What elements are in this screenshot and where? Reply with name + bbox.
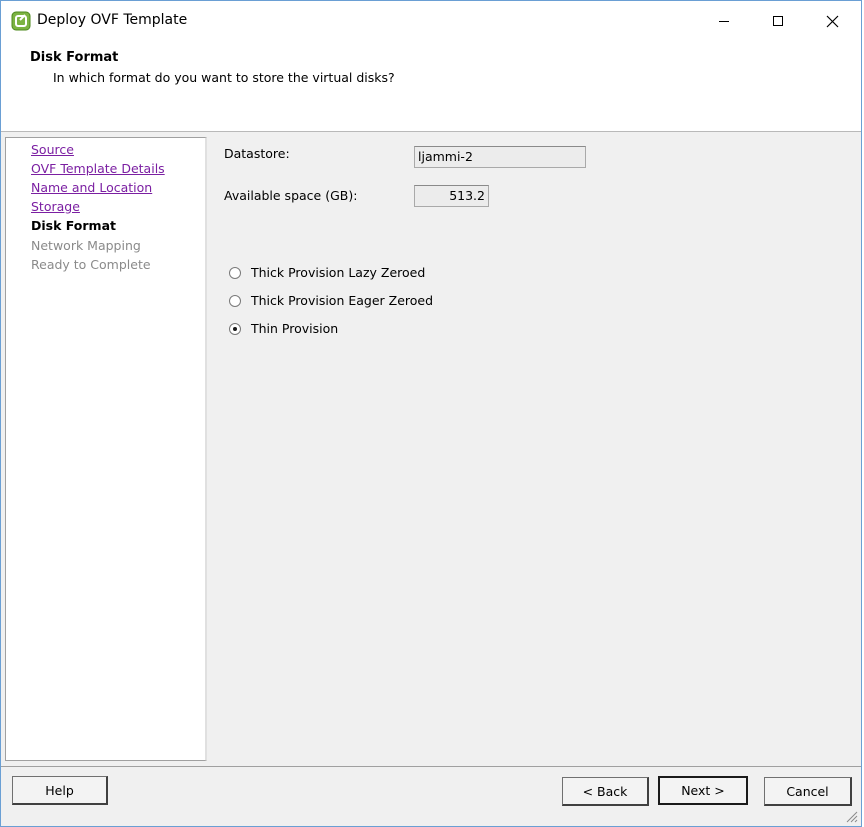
page-title: Disk Format (30, 50, 119, 65)
step-network-mapping: Network Mapping (31, 238, 141, 253)
window-title: Deploy OVF Template (37, 12, 188, 28)
page-subtitle: In which format do you want to store the… (53, 70, 395, 85)
radio-button-selected[interactable] (229, 322, 241, 335)
disk-format-content: Datastore: ljammi-2 Available space (GB)… (209, 134, 861, 764)
wizard-footer: Help < Back Next > Cancel (1, 766, 861, 826)
help-button[interactable]: Help (12, 776, 108, 805)
next-button[interactable]: Next > (658, 776, 748, 805)
cancel-button[interactable]: Cancel (764, 777, 852, 806)
close-button[interactable] (809, 7, 855, 35)
datastore-field: ljammi-2 (414, 146, 586, 168)
radio-label: Thick Provision Eager Zeroed (251, 293, 434, 308)
radio-thick-eager-zeroed[interactable]: Thick Provision Eager Zeroed (229, 293, 433, 308)
radio-label: Thin Provision (251, 321, 339, 336)
available-space-field: 513.2 (414, 185, 489, 207)
minimize-icon (719, 21, 729, 22)
step-ovf-template-details[interactable]: OVF Template Details (31, 161, 165, 176)
step-name-and-location[interactable]: Name and Location (31, 180, 152, 195)
step-storage[interactable]: Storage (31, 199, 80, 214)
radio-label: Thick Provision Lazy Zeroed (251, 265, 426, 280)
close-icon (826, 15, 838, 27)
title-bar[interactable]: Deploy OVF Template (1, 1, 861, 41)
radio-button[interactable] (229, 266, 241, 279)
maximize-button[interactable] (755, 7, 801, 35)
radio-button[interactable] (229, 294, 241, 307)
resize-grip-icon[interactable] (844, 809, 858, 823)
deploy-ovf-window: Deploy OVF Template Disk Format In which… (0, 0, 862, 827)
radio-thin-provision[interactable]: Thin Provision (229, 321, 338, 336)
step-ready-to-complete: Ready to Complete (31, 257, 151, 272)
minimize-button[interactable] (701, 7, 747, 35)
radio-thick-lazy-zeroed[interactable]: Thick Provision Lazy Zeroed (229, 265, 425, 280)
available-space-label: Available space (GB): (224, 188, 358, 203)
wizard-header: Disk Format In which format do you want … (1, 41, 861, 132)
maximize-icon (773, 16, 783, 26)
back-button[interactable]: < Back (562, 777, 649, 806)
step-disk-format: Disk Format (31, 218, 116, 233)
step-source[interactable]: Source (31, 142, 74, 157)
wizard-steps-panel: Source OVF Template Details Name and Loc… (5, 137, 207, 761)
datastore-label: Datastore: (224, 146, 290, 161)
vsphere-deploy-icon (11, 11, 31, 31)
